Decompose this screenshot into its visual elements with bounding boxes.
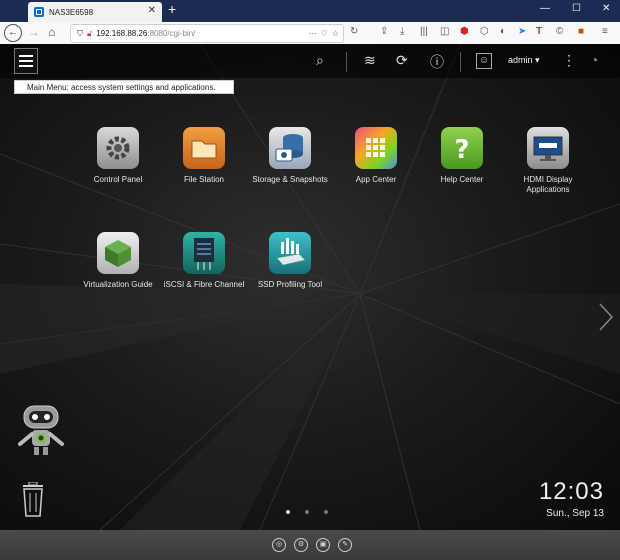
dock-qfinder-icon[interactable]: ◎ bbox=[272, 538, 286, 552]
gear-icon bbox=[97, 127, 139, 169]
desktop-pager bbox=[286, 510, 328, 514]
cursor-extension-icon[interactable]: ➤ bbox=[518, 26, 526, 37]
insecure-lock-icon: 🔓︎ bbox=[87, 28, 93, 38]
extension-icon[interactable]: ⬡ bbox=[480, 26, 489, 37]
url-path: :8080/cgi-bin/ bbox=[147, 29, 196, 38]
app-label: SSD Profiling Tool bbox=[257, 280, 323, 289]
iscsi-server-icon bbox=[183, 232, 225, 274]
adblock-icon[interactable]: ⬢ bbox=[460, 26, 469, 37]
url-host: 192.168.88.26 bbox=[96, 29, 148, 38]
app-label: Storage & Snapshots bbox=[252, 175, 328, 184]
question-mark-icon: ? bbox=[441, 127, 483, 169]
desktop-clock: 12:03 Sun., Sep 13 bbox=[539, 478, 604, 519]
separator bbox=[346, 52, 347, 72]
library-icon[interactable]: ||| bbox=[420, 26, 428, 37]
back-arrow-icon[interactable]: ← bbox=[4, 24, 22, 42]
separator bbox=[460, 52, 461, 72]
notification-info-icon[interactable]: ⓘ bbox=[430, 52, 444, 72]
app-label: HDMI Display Applications bbox=[523, 175, 573, 194]
user-menu[interactable]: admin ▾ bbox=[508, 55, 540, 66]
clock-date: Sun., Sep 13 bbox=[546, 508, 604, 519]
page-dot-1[interactable] bbox=[286, 510, 290, 514]
tab-title: NAS3E6598 bbox=[49, 7, 94, 17]
app-label: iSCSI & Fibre Channel bbox=[163, 280, 245, 289]
hdmi-monitor-icon bbox=[527, 127, 569, 169]
browser-tab[interactable]: NAS3E6598 ✕ bbox=[28, 2, 162, 22]
app-label: App Center bbox=[355, 175, 397, 184]
dock-store-icon[interactable]: ▣ bbox=[316, 538, 330, 552]
app-help-center[interactable]: ? Help Center bbox=[417, 127, 507, 185]
address-bar[interactable]: ⛉ 🔓︎ 192.168.88.26:8080/cgi-bin/ ··· ♡ ☆ bbox=[70, 24, 344, 43]
qts-topbar: ⌕ ≋ ⟳ ⓘ ☺ admin ▾ ⋮ ◔ bbox=[0, 44, 620, 78]
browser-navbar: ← → ⌂ ⛉ 🔓︎ 192.168.88.26:8080/cgi-bin/ ·… bbox=[0, 22, 620, 45]
qts-desktop: ⌕ ≋ ⟳ ⓘ ☺ admin ▾ ⋮ ◔ Main Menu: access … bbox=[0, 44, 620, 530]
app-label: Control Panel bbox=[93, 175, 143, 184]
search-icon[interactable]: ⌕ bbox=[316, 52, 324, 69]
color-picker-icon[interactable]: ◐ bbox=[500, 26, 506, 37]
virtualization-cube-icon bbox=[97, 232, 139, 274]
background-tasks-icon[interactable]: ≋ bbox=[364, 52, 376, 69]
app-virtualization-guide[interactable]: Virtualization Guide bbox=[73, 232, 163, 290]
assistant-robot-icon[interactable] bbox=[14, 404, 70, 464]
pocket-icon[interactable]: ♡ bbox=[321, 29, 328, 38]
folder-icon bbox=[183, 127, 225, 169]
ssd-chart-icon bbox=[269, 232, 311, 274]
translate-extension-icon[interactable]: T bbox=[536, 26, 542, 37]
screenshot-icon[interactable]: ⇪ bbox=[380, 26, 388, 37]
qnap-favicon-icon bbox=[34, 7, 44, 17]
page-dot-2[interactable] bbox=[305, 510, 309, 514]
next-page-arrow-icon[interactable] bbox=[598, 302, 614, 332]
page-actions-icon[interactable]: ··· bbox=[309, 29, 317, 38]
window-close-button[interactable]: ✕ bbox=[602, 3, 610, 14]
download-icon[interactable]: ⤓ bbox=[400, 26, 404, 37]
app-storage-snapshots[interactable]: Storage & Snapshots bbox=[245, 127, 335, 185]
more-options-icon[interactable]: ⋮ bbox=[562, 52, 576, 69]
browser-menu-icon[interactable]: ≡ bbox=[602, 26, 608, 37]
dashboard-gauge-icon[interactable]: ◔ bbox=[590, 52, 598, 68]
svg-text:?: ? bbox=[454, 135, 469, 165]
main-menu-button[interactable] bbox=[14, 48, 38, 74]
orange-extension-icon[interactable]: ■ bbox=[578, 26, 584, 37]
bottom-dock: ◎ ⚙ ▣ ✎ bbox=[0, 530, 620, 560]
app-label: File Station bbox=[183, 175, 225, 184]
app-grid-icon bbox=[355, 127, 397, 169]
app-file-station[interactable]: File Station bbox=[159, 127, 249, 185]
copyright-extension-icon[interactable]: © bbox=[556, 26, 563, 37]
storage-disk-icon bbox=[269, 127, 311, 169]
user-avatar-icon[interactable]: ☺ bbox=[476, 53, 492, 69]
app-ssd-profiling-tool[interactable]: SSD Profiling Tool bbox=[245, 232, 335, 290]
shield-icon: ⛉ bbox=[77, 28, 83, 38]
clock-time: 12:03 bbox=[538, 478, 604, 505]
window-minimize-button[interactable]: — bbox=[540, 3, 550, 14]
new-tab-button[interactable]: + bbox=[168, 1, 176, 17]
reload-icon[interactable]: ↻ bbox=[350, 26, 358, 37]
app-label: Help Center bbox=[440, 175, 484, 184]
reader-icon[interactable]: ◫ bbox=[440, 26, 449, 37]
app-app-center[interactable]: App Center bbox=[331, 127, 421, 185]
home-icon[interactable]: ⌂ bbox=[48, 25, 55, 39]
trash-icon[interactable] bbox=[18, 482, 48, 518]
dock-edit-icon[interactable]: ✎ bbox=[338, 538, 352, 552]
external-device-icon[interactable]: ⟳ bbox=[396, 52, 408, 69]
bookmark-star-icon[interactable]: ☆ bbox=[332, 29, 339, 38]
app-hdmi-display[interactable]: HDMI Display Applications bbox=[503, 127, 593, 195]
dock-tools-icon[interactable]: ⚙ bbox=[294, 538, 308, 552]
page-dot-3[interactable] bbox=[324, 510, 328, 514]
forward-arrow-icon[interactable]: → bbox=[28, 25, 40, 39]
app-iscsi-fibre-channel[interactable]: iSCSI & Fibre Channel bbox=[159, 232, 249, 290]
app-control-panel[interactable]: Control Panel bbox=[73, 127, 163, 185]
window-maximize-button[interactable]: ☐ bbox=[572, 3, 581, 14]
app-label: Virtualization Guide bbox=[83, 280, 153, 289]
main-menu-tooltip: Main Menu: access system settings and ap… bbox=[14, 80, 234, 94]
browser-titlebar: NAS3E6598 ✕ + — ☐ ✕ bbox=[0, 0, 620, 22]
tab-close-icon[interactable]: ✕ bbox=[148, 5, 156, 16]
